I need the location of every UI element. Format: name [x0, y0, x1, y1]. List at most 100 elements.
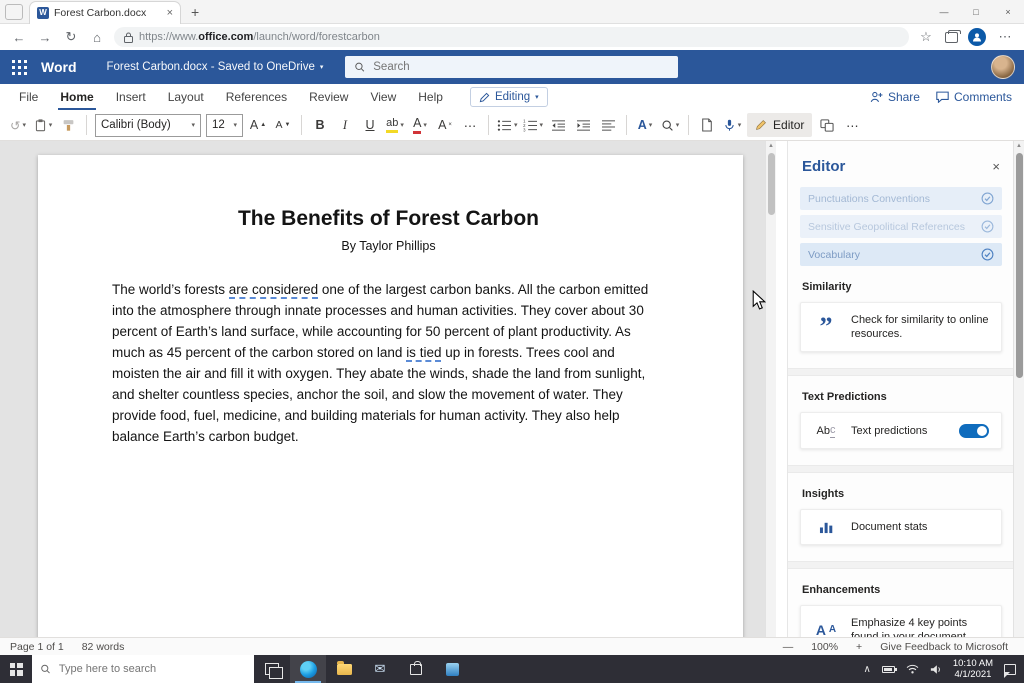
tab-insert[interactable]: Insert [105, 84, 157, 110]
reading-view-button[interactable] [697, 113, 717, 137]
zoom-level[interactable]: 100% [811, 641, 838, 653]
minimize-button[interactable]: — [928, 0, 960, 23]
favorite-star-icon[interactable]: ☆ [917, 28, 935, 46]
tab-close-icon[interactable]: × [167, 7, 173, 19]
microphone-icon [723, 118, 736, 132]
office-search-box[interactable] [345, 56, 678, 78]
home-icon[interactable]: ⌂ [88, 28, 106, 46]
tab-references[interactable]: References [215, 84, 298, 110]
back-icon[interactable]: ← [10, 28, 28, 46]
browser-tab[interactable]: W Forest Carbon.docx × [29, 1, 181, 24]
app-launcher-icon[interactable] [11, 59, 27, 75]
font-color-button[interactable]: A ▾ [410, 113, 430, 137]
tab-view[interactable]: View [359, 84, 407, 110]
tab-actions-icon[interactable] [5, 4, 23, 20]
tab-home[interactable]: Home [49, 84, 104, 110]
forward-icon[interactable]: → [36, 28, 54, 46]
file-explorer-button[interactable] [326, 655, 362, 683]
tab-review[interactable]: Review [298, 84, 359, 110]
editor-suggestion[interactable]: are considered [229, 282, 318, 299]
volume-icon[interactable] [930, 664, 942, 675]
feedback-link[interactable]: Give Feedback to Microsoft [880, 641, 1008, 653]
translate-button[interactable] [817, 113, 837, 137]
refresh-icon[interactable]: ↻ [62, 28, 80, 46]
editing-mode-button[interactable]: Editing ▾ [470, 87, 548, 107]
zoom-in-button[interactable]: + [856, 641, 862, 653]
undo-button[interactable]: ↺▾ [8, 113, 28, 137]
browser-menu-icon[interactable]: ⋯ [996, 28, 1014, 46]
scroll-up-icon[interactable]: ▲ [766, 143, 776, 149]
increase-indent-button[interactable] [573, 113, 593, 137]
wifi-icon[interactable] [906, 664, 919, 674]
highlight-button[interactable]: ab ▾ [385, 113, 405, 137]
app-name[interactable]: Word [41, 59, 77, 75]
action-center-icon[interactable] [1004, 664, 1016, 675]
office-search-input[interactable] [373, 61, 669, 73]
italic-button[interactable]: I [335, 113, 355, 137]
comments-button[interactable]: Comments [936, 90, 1012, 104]
document-scrollbar[interactable]: ▲ [765, 141, 776, 637]
format-painter-button[interactable] [58, 113, 78, 137]
account-avatar[interactable] [991, 55, 1015, 79]
mail-button[interactable]: ✉ [362, 655, 398, 683]
bold-button[interactable]: B [310, 113, 330, 137]
close-button[interactable]: × [992, 0, 1024, 23]
clear-formatting-button[interactable]: A× [435, 113, 455, 137]
document-stats-card[interactable]: Document stats [800, 509, 1002, 545]
pane-scrollbar[interactable]: ▲ [1013, 141, 1024, 637]
editor-check-item[interactable]: Sensitive Geopolitical References [800, 215, 1002, 238]
editor-check-item[interactable]: Vocabulary [800, 243, 1002, 266]
grow-font-button[interactable]: A▲ [248, 113, 268, 137]
taskbar-search-box[interactable] [32, 655, 254, 683]
font-name-select[interactable]: Calibri (Body) ▾ [95, 114, 201, 137]
enhancements-card[interactable]: A A Emphasize 4 key points found in your… [800, 605, 1002, 637]
document-scrollbar-thumb[interactable] [768, 153, 775, 215]
find-button[interactable]: ▾ [660, 113, 680, 137]
shrink-font-button[interactable]: A▼ [273, 113, 293, 137]
tab-layout[interactable]: Layout [157, 84, 215, 110]
pane-scrollbar-thumb[interactable] [1016, 153, 1023, 378]
edge-taskbar-button[interactable] [290, 655, 326, 683]
store-button[interactable] [398, 655, 434, 683]
dictate-button[interactable]: ▾ [722, 113, 742, 137]
numbering-button[interactable]: 1 2 3 ▾ [523, 113, 544, 137]
scroll-up-icon[interactable]: ▲ [1014, 143, 1024, 149]
taskbar-clock[interactable]: 10:10 AM 4/1/2021 [953, 658, 993, 680]
taskbar-search-input[interactable] [59, 663, 246, 675]
quote-icon: ” [820, 319, 833, 335]
word-count[interactable]: 82 words [82, 641, 125, 653]
url-field[interactable]: https://www.office.com/launch/word/fores… [114, 27, 909, 47]
tab-file[interactable]: File [8, 84, 49, 110]
close-pane-icon[interactable]: × [992, 159, 1000, 174]
pinned-app-button[interactable] [434, 655, 470, 683]
zoom-out-button[interactable]: — [783, 641, 794, 653]
task-view-button[interactable] [254, 655, 290, 683]
editor-pane-button[interactable]: Editor [747, 113, 812, 137]
editor-check-item[interactable]: Punctuations Conventions [800, 187, 1002, 210]
maximize-button[interactable]: □ [960, 0, 992, 23]
tab-help[interactable]: Help [407, 84, 454, 110]
paragraph-options-button[interactable] [598, 113, 618, 137]
decrease-indent-button[interactable] [548, 113, 568, 137]
document-page[interactable]: The Benefits of Forest Carbon By Taylor … [38, 155, 743, 637]
battery-icon[interactable] [882, 666, 895, 673]
font-size-select[interactable]: 12 ▾ [206, 114, 243, 137]
collections-icon[interactable] [945, 32, 958, 43]
browser-profile-avatar[interactable] [968, 28, 986, 46]
page-indicator[interactable]: Page 1 of 1 [10, 641, 64, 653]
editor-suggestion[interactable]: is tied [406, 345, 441, 362]
document-status[interactable]: Forest Carbon.docx - Saved to OneDrive ▾ [107, 61, 324, 73]
styles-button[interactable]: A ▾ [635, 113, 655, 137]
toolbar-overflow-button[interactable]: ⋯ [842, 113, 862, 137]
text-predictions-card[interactable]: Abc Text predictions [800, 412, 1002, 449]
bullets-button[interactable]: ▾ [497, 113, 518, 137]
underline-button[interactable]: U [360, 113, 380, 137]
start-button[interactable] [0, 655, 32, 683]
text-predictions-toggle[interactable] [959, 424, 989, 438]
share-button[interactable]: Share [870, 90, 920, 104]
font-overflow-button[interactable]: ⋯ [460, 113, 480, 137]
similarity-card[interactable]: ” Check for similarity to online resourc… [800, 302, 1002, 352]
tray-chevron-icon[interactable]: ∧ [864, 664, 871, 675]
new-tab-button[interactable]: + [191, 4, 199, 20]
paste-button[interactable]: ▾ [33, 113, 53, 137]
